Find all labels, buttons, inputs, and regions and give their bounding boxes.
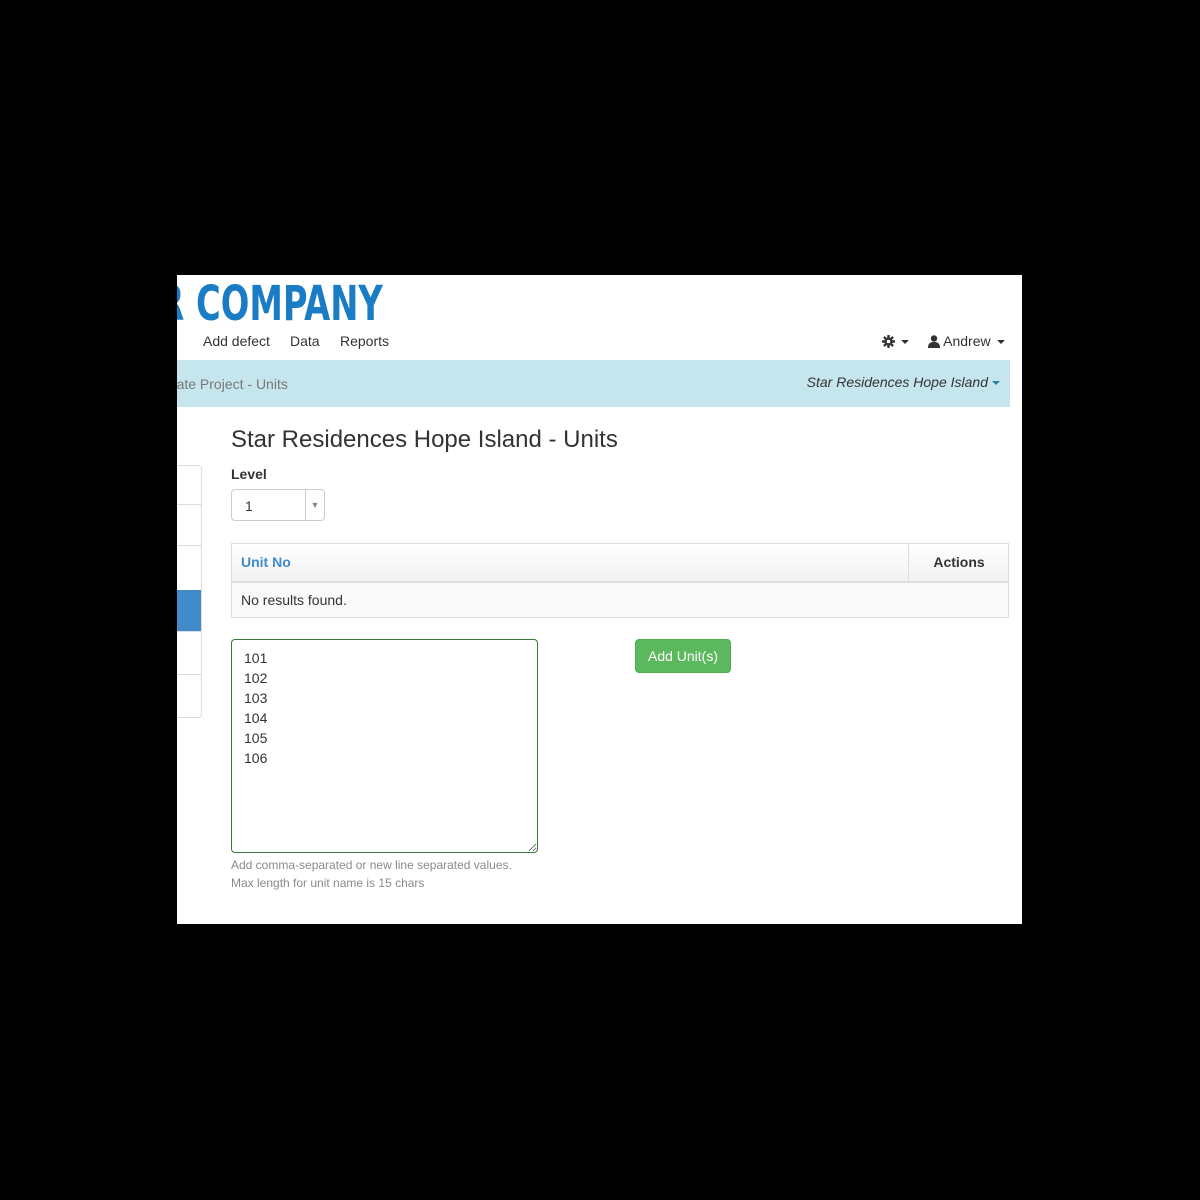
nav-item-add-defect[interactable]: Add defect: [203, 332, 270, 350]
breadcrumb: odate Project - Units: [177, 376, 288, 392]
app-window: UR COMPANY d Add defect Data Reports And…: [177, 275, 1022, 924]
column-header-actions: Actions: [933, 554, 985, 570]
add-units-button[interactable]: Add Unit(s): [635, 639, 731, 673]
user-name: Andrew: [943, 333, 991, 349]
units-table: Unit No Actions No results found.: [231, 543, 1009, 618]
help-text: Max length for unit name is 15 chars: [231, 876, 425, 890]
nav-item-data[interactable]: Data: [290, 332, 320, 350]
table-row: No results found.: [232, 583, 1008, 617]
level-select[interactable]: 1 ▼: [231, 489, 325, 521]
project-name: Star Residences Hope Island: [806, 374, 988, 390]
settings-menu[interactable]: [882, 332, 909, 350]
help-text: Add comma-separated or new line separate…: [231, 858, 512, 872]
chevron-down-icon: [901, 340, 909, 345]
level-label: Level: [231, 466, 267, 482]
nav-item-reports[interactable]: Reports: [340, 332, 389, 350]
sidebar-item[interactable]: [177, 674, 201, 717]
page-title: Star Residences Hope Island - Units: [231, 426, 618, 453]
sidebar-menu: [177, 465, 202, 718]
gear-icon: [882, 335, 895, 348]
column-header-unit-no[interactable]: Unit No: [241, 554, 291, 570]
chevron-down-icon: [996, 340, 1005, 345]
empty-message: No results found.: [241, 592, 347, 608]
user-icon: [928, 335, 940, 348]
level-select-value: 1: [245, 498, 253, 514]
dropdown-arrow-icon: ▼: [305, 490, 324, 520]
units-textarea[interactable]: [231, 639, 538, 853]
sidebar-item[interactable]: [177, 504, 201, 545]
company-logo[interactable]: UR COMPANY: [177, 277, 383, 331]
table-header: Unit No Actions: [232, 544, 1008, 583]
chevron-down-icon: [992, 381, 1000, 386]
user-menu[interactable]: Andrew: [928, 332, 1005, 350]
column-header-actions-cell: Actions: [908, 544, 1009, 581]
project-switcher[interactable]: Star Residences Hope Island: [807, 374, 1000, 390]
sidebar-item[interactable]: [177, 631, 201, 674]
sidebar-item-active[interactable]: [177, 590, 201, 632]
sidebar-item[interactable]: [177, 545, 201, 590]
